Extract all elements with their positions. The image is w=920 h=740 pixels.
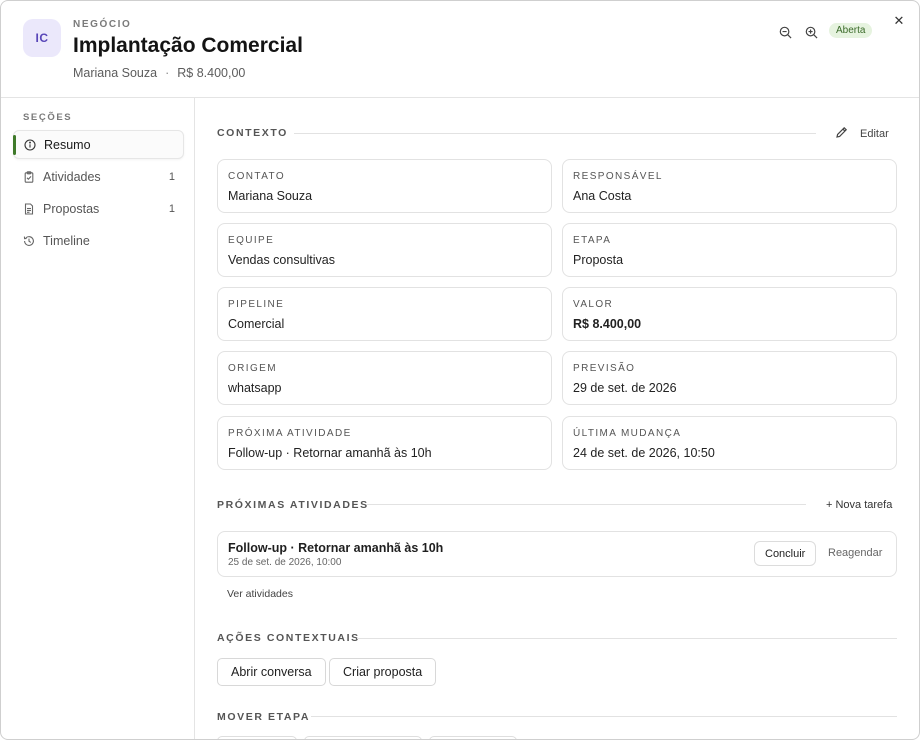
field-card-equipe: EQUIPE Vendas consultivas [217, 223, 552, 277]
activity-item: Follow-up · Retornar amanhã às 10h 25 de… [217, 531, 897, 577]
field-value: Vendas consultivas [228, 253, 336, 267]
deal-value: R$ 8.400,00 [177, 66, 246, 80]
field-label: ÚLTIMA MUDANÇA [573, 428, 682, 439]
field-card-responsavel: RESPONSÁVEL Ana Costa [562, 159, 897, 213]
new-task-button[interactable]: + Nova tarefa [826, 499, 892, 511]
history-icon [23, 235, 35, 247]
field-card-ultima-mudanca: ÚLTIMA MUDANÇA 24 de set. de 2026, 10:50 [562, 416, 897, 470]
sidebar-item-count: 1 [168, 202, 175, 215]
edit-label: Editar [860, 128, 889, 140]
field-value: 24 de set. de 2026, 10:50 [573, 446, 715, 460]
status-badge: Aberta [829, 23, 873, 38]
sidebar-item-resumo[interactable]: Resumo [13, 130, 184, 159]
sidebar-item-label: Propostas [43, 201, 100, 216]
field-card-contato: CONTATO Mariana Souza [217, 159, 552, 213]
stage-button[interactable] [429, 736, 517, 739]
deal-kicker: NEGÓCIO [73, 19, 132, 30]
sidebar-item-atividades[interactable]: Atividades 1 [13, 162, 184, 191]
sidebar-item-timeline[interactable]: Timeline [13, 226, 184, 255]
deal-avatar: IC [23, 19, 61, 57]
clipboard-icon [23, 170, 35, 183]
field-label: PREVISÃO [573, 363, 636, 374]
divider [366, 504, 806, 505]
deal-subline: Mariana Souza · R$ 8.400,00 [73, 66, 245, 80]
separator-dot: · [165, 66, 170, 80]
reschedule-button[interactable]: Reagendar [828, 547, 882, 559]
field-label: ETAPA [573, 235, 612, 246]
activity-date: 25 de set. de 2026, 10:00 [228, 557, 342, 568]
see-activities-link[interactable]: Ver atividades [227, 588, 293, 600]
stage-button[interactable] [217, 736, 297, 739]
field-card-previsao: PREVISÃO 29 de set. de 2026 [562, 351, 897, 405]
field-value: Proposta [573, 253, 624, 267]
sidebar-heading: SEÇÕES [23, 112, 73, 123]
field-label: RESPONSÁVEL [573, 171, 663, 182]
field-label: ORIGEM [228, 363, 277, 374]
edit-button[interactable]: Editar [835, 126, 889, 142]
field-value: R$ 8.400,00 [573, 317, 642, 331]
field-label: EQUIPE [228, 235, 275, 246]
section-title-actions: AÇÕES CONTEXTUAIS [217, 632, 360, 644]
field-card-etapa: ETAPA Proposta [562, 223, 897, 277]
zoom-out-icon[interactable] [777, 24, 793, 40]
page-title: Implantação Comercial [73, 34, 303, 57]
close-icon[interactable]: ✕ [892, 13, 906, 28]
field-value: Mariana Souza [228, 189, 313, 203]
stage-button[interactable] [304, 736, 422, 739]
deal-detail-window: IC NEGÓCIO Implantação Comercial Mariana… [0, 0, 920, 740]
deal-header: IC NEGÓCIO Implantação Comercial Mariana… [1, 1, 919, 98]
field-card-pipeline: PIPELINE Comercial [217, 287, 552, 341]
field-card-proxima-atividade: PRÓXIMA ATIVIDADE Follow-up · Retornar a… [217, 416, 552, 470]
section-title-stage: MOVER ETAPA [217, 711, 311, 723]
field-card-origem: ORIGEM whatsapp [217, 351, 552, 405]
sidebar-item-count: 1 [168, 170, 175, 183]
sidebar-item-propostas[interactable]: Propostas 1 [13, 194, 184, 223]
create-proposal-button[interactable]: Criar proposta [329, 658, 437, 686]
zoom-in-icon[interactable] [803, 24, 819, 40]
field-value: 29 de set. de 2026 [573, 381, 677, 395]
info-icon [24, 138, 36, 151]
sidebar-item-label: Resumo [44, 137, 91, 152]
document-icon [23, 202, 35, 215]
field-label: PIPELINE [228, 299, 285, 310]
field-label: PRÓXIMA ATIVIDADE [228, 428, 352, 439]
field-label: CONTATO [228, 171, 286, 182]
deal-contact: Mariana Souza [73, 66, 158, 80]
field-value: Comercial [228, 317, 285, 331]
sidebar-item-label: Atividades [43, 169, 101, 184]
field-card-valor: VALOR R$ 8.400,00 [562, 287, 897, 341]
activity-title: Follow-up · Retornar amanhã às 10h [228, 541, 444, 555]
field-value: Follow-up · Retornar amanhã às 10h [228, 446, 432, 460]
section-title-context: CONTEXTO [217, 127, 288, 139]
field-label: VALOR [573, 299, 614, 310]
pencil-icon [835, 126, 848, 142]
complete-button[interactable]: Concluir [754, 541, 817, 566]
open-conversation-button[interactable]: Abrir conversa [217, 658, 326, 686]
main-content: CONTEXTO Editar CONTATO Mariana Souza RE… [195, 98, 919, 739]
divider [311, 716, 897, 717]
divider [357, 638, 897, 639]
sections-sidebar: SEÇÕES Resumo Atividades 1 Propostas 1 T… [1, 98, 195, 739]
field-value: whatsapp [228, 381, 282, 395]
sidebar-item-label: Timeline [43, 233, 90, 248]
divider [294, 133, 816, 134]
section-title-activities: PRÓXIMAS ATIVIDADES [217, 499, 369, 511]
field-value: Ana Costa [573, 189, 632, 203]
